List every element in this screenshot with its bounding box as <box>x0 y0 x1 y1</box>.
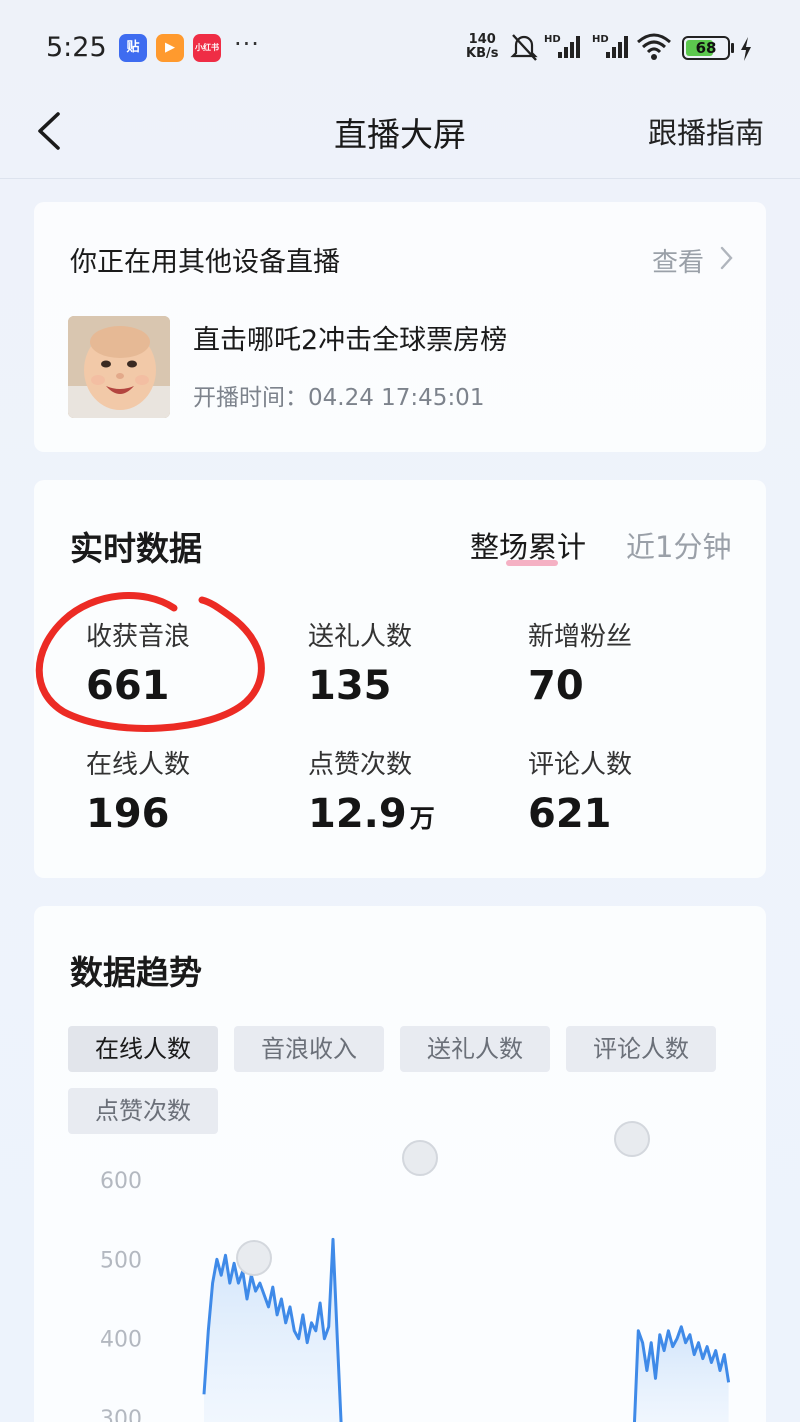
network-speed-unit: KB/s <box>466 46 499 61</box>
svg-text:HD: HD <box>592 34 609 45</box>
metric-online-viewers: 在线人数 196 <box>86 744 190 837</box>
metric-label: 点赞次数 <box>308 750 413 780</box>
metric-new-followers: 新增粉丝 70 <box>528 616 632 709</box>
tab-total-underline <box>506 560 558 566</box>
live-elsewhere-card: 你正在用其他设备直播 查看 直击哪吒2冲击全球票房榜 开播时间：04.24 17… <box>34 202 766 452</box>
series-area <box>634 1326 729 1422</box>
charging-icon <box>741 37 751 61</box>
series-area <box>204 1239 342 1422</box>
tab-recent[interactable]: 近1分钟 <box>626 524 731 566</box>
red-handdrawn-circle <box>35 592 265 732</box>
status-time: 5:25 <box>46 32 107 63</box>
status-bar: 5:25 贴 ▶ 小红书 ··· 140 KB/s HD HD 68 <box>0 0 800 96</box>
tieba-app-icon: 贴 <box>119 34 147 62</box>
metric-likes: 点赞次数 12.9 万 <box>308 744 435 837</box>
metric-value: 12.9 万 <box>308 791 435 837</box>
battery-icon: 68 <box>682 36 730 60</box>
signal-1-icon: HD <box>544 34 580 58</box>
live-card-title: 你正在用其他设备直播 <box>70 247 340 278</box>
realtime-data-card: 实时数据 整场累计 近1分钟 收获音浪 661 送礼人数 135 新增粉丝 70… <box>34 480 766 878</box>
y-tick-label: 300 <box>100 1407 142 1422</box>
y-tick-label: 500 <box>100 1248 142 1273</box>
signal-2-icon: HD <box>592 34 628 58</box>
hint-dot <box>236 1240 272 1276</box>
chevron-right-icon[interactable] <box>720 246 734 270</box>
view-link[interactable]: 查看 <box>652 242 704 279</box>
metric-label: 新增粉丝 <box>528 622 633 652</box>
stream-thumbnail <box>68 316 170 418</box>
hint-dot <box>614 1121 650 1157</box>
video-app-icon: ▶ <box>156 34 184 62</box>
stream-start-time: 开播时间：04.24 17:45:01 <box>193 385 485 411</box>
xiaohongshu-app-icon: 小红书 <box>193 34 221 62</box>
guide-link[interactable]: 跟播指南 <box>648 110 764 152</box>
trend-card: 数据趋势 在线人数 音浪收入 送礼人数 评论人数 点赞次数 600 500 400 3… <box>34 906 766 1422</box>
mute-bell-icon <box>510 34 538 61</box>
metric-unit: 万 <box>409 804 435 833</box>
baby-face-image <box>68 316 170 418</box>
metric-value: 70 <box>528 663 584 709</box>
y-tick-label: 400 <box>100 1328 142 1353</box>
metric-commenters: 评论人数 621 <box>528 744 632 837</box>
metric-label: 在线人数 <box>86 750 191 780</box>
battery-text: 68 <box>695 39 717 57</box>
battery-nub <box>731 43 734 53</box>
hint-dot <box>402 1140 438 1176</box>
network-speed-value: 140 <box>468 32 496 47</box>
more-notifications-icon: ··· <box>234 30 260 58</box>
metric-value: 196 <box>86 791 170 837</box>
network-speed: 140 KB/s <box>466 33 498 61</box>
y-tick-label: 600 <box>100 1169 142 1194</box>
metric-label: 评论人数 <box>528 750 633 780</box>
navbar: 直播大屏 跟播指南 <box>0 96 800 179</box>
metric-value: 621 <box>528 791 612 837</box>
trend-line-chart[interactable]: 600 500 400 300 <box>34 906 766 1422</box>
stream-title: 直击哪吒2冲击全球票房榜 <box>193 325 508 356</box>
svg-text:HD: HD <box>544 34 561 45</box>
wifi-icon <box>637 33 671 60</box>
